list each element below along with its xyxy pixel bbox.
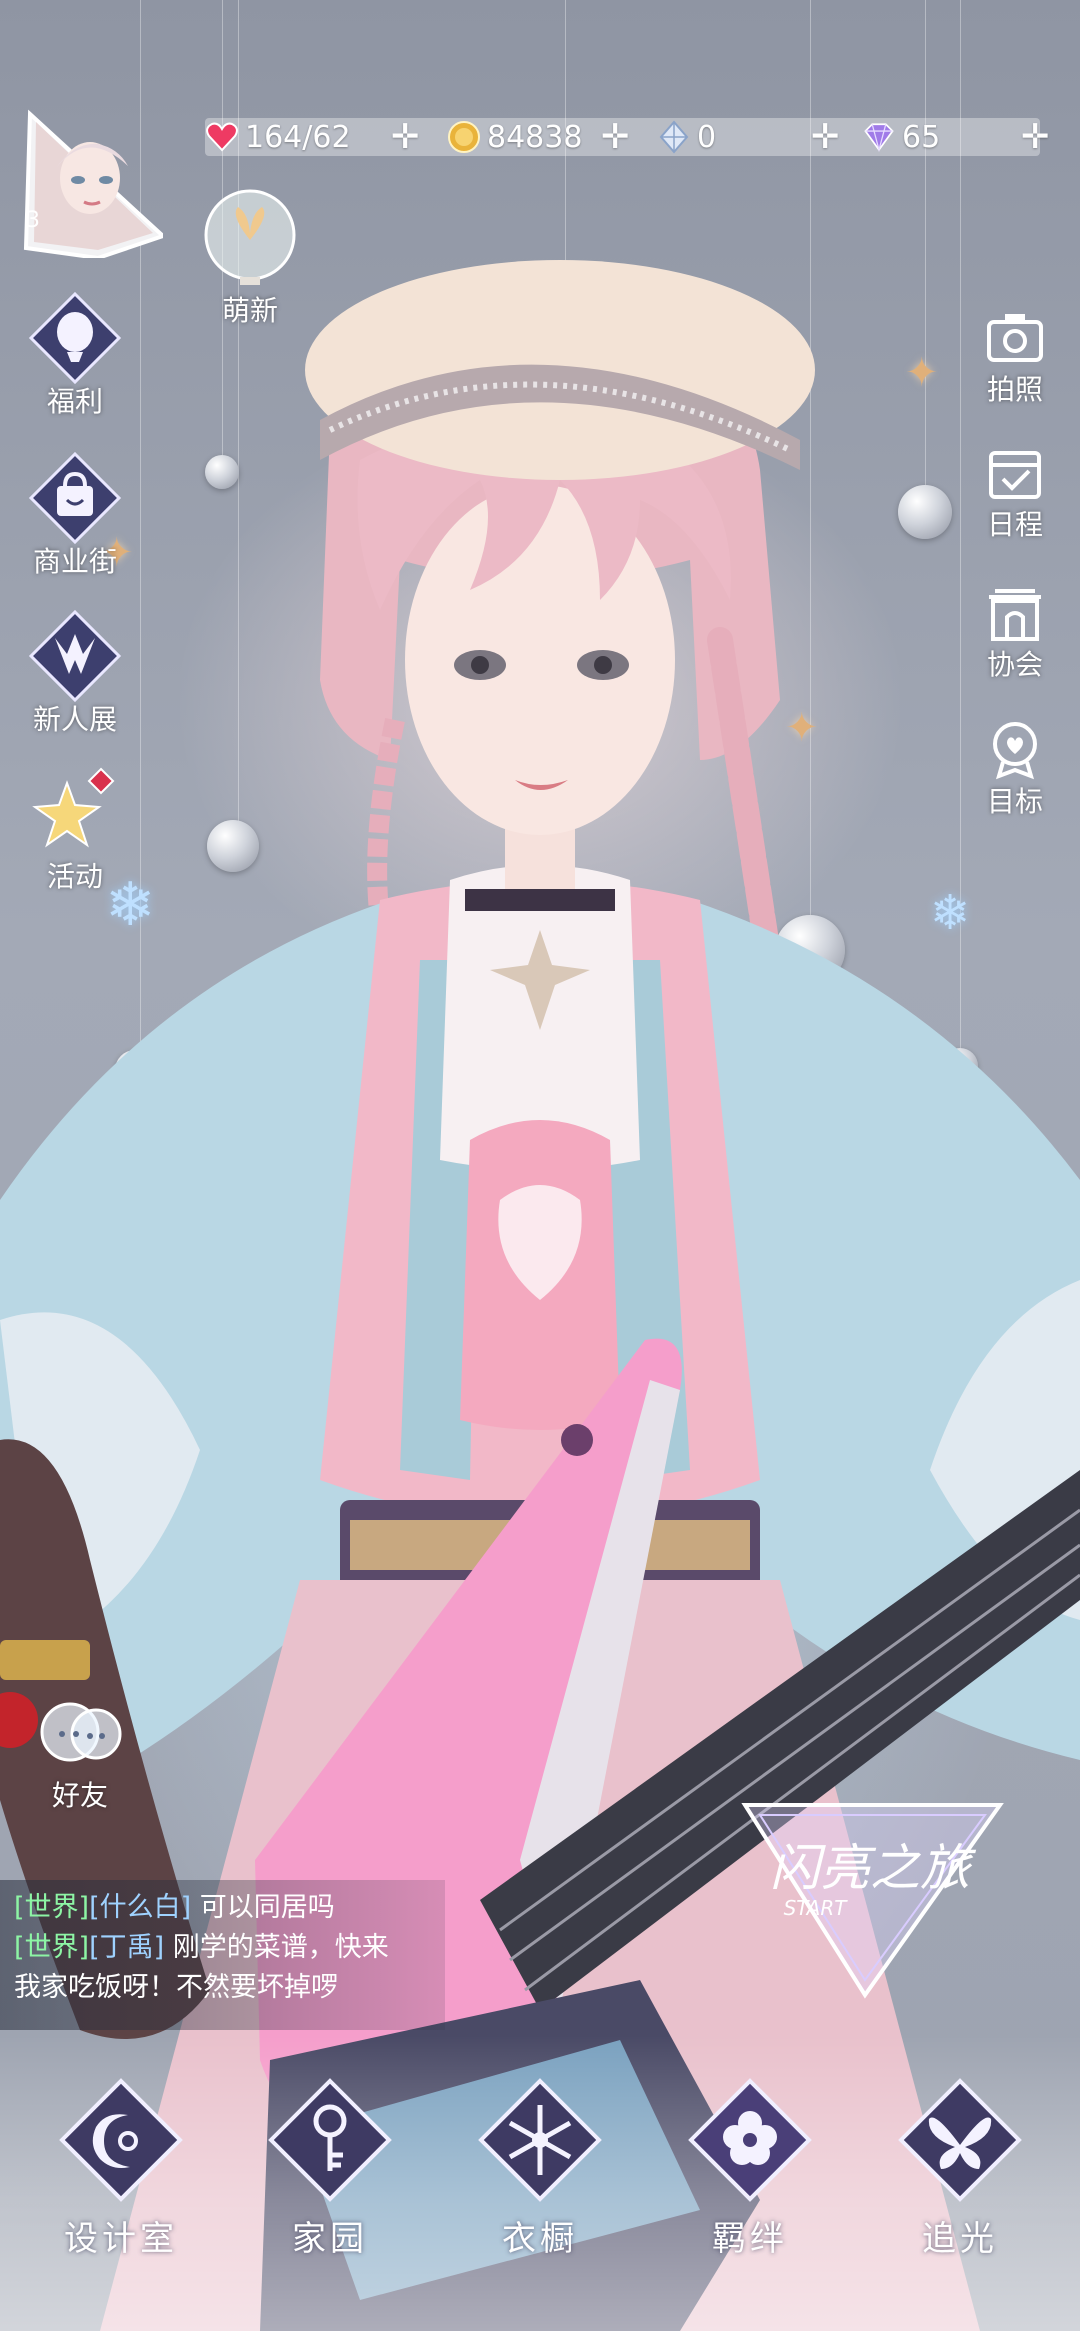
friends-button[interactable]: 好友	[30, 1690, 130, 1814]
nav-home-label: 家园	[292, 2219, 368, 2259]
nav-wardrobe-label: 衣橱	[502, 2219, 578, 2259]
menu-goals-label: 目标	[986, 785, 1043, 818]
nav-design-studio[interactable]: 设计室	[46, 2075, 196, 2260]
flower-icon	[685, 2075, 815, 2205]
menu-shopping-street[interactable]: 商业街	[20, 450, 130, 580]
event-logo-title: 闪亮之旅	[770, 1839, 977, 1897]
gold-counter: 84838	[447, 118, 582, 156]
diamond-counter: 65	[862, 118, 940, 156]
chat-message: [世界][丁禹] 刚学的菜谱，快来	[14, 1932, 389, 1963]
menu-schedule-label: 日程	[986, 508, 1043, 541]
stamina-value: 164/62	[245, 119, 351, 155]
moon-icon	[56, 2075, 186, 2205]
nav-bonds-label: 羁绊	[712, 2219, 788, 2259]
camera-icon	[985, 308, 1045, 368]
add-stamina-button[interactable]: ✛	[388, 120, 422, 154]
crown-v-icon	[27, 608, 123, 704]
chat-message: [世界][什么白] 可以同居吗	[14, 1892, 335, 1923]
nav-chase-light-label: 追光	[922, 2219, 998, 2259]
crystal-value: 0	[697, 119, 717, 155]
crystal-counter: 0	[657, 118, 716, 156]
crystal-icon	[657, 120, 691, 154]
add-crystal-button[interactable]: ✛	[808, 120, 842, 154]
snowflake-icon	[475, 2075, 605, 2205]
menu-newcomer-show[interactable]: 新人展	[20, 608, 130, 738]
player-level: 3	[26, 208, 40, 233]
add-gold-button[interactable]: ✛	[598, 120, 632, 154]
chat-message: 我家吃饭呀！不然要坏掉啰	[14, 1972, 338, 2003]
player-avatar[interactable]	[18, 108, 167, 261]
butterfly-icon	[895, 2075, 1025, 2205]
nav-bonds[interactable]: 羁绊	[675, 2075, 825, 2260]
balloon-icon	[27, 290, 123, 386]
butterfly-bubble-icon	[204, 189, 296, 287]
menu-welfare[interactable]: 福利	[20, 290, 130, 420]
event-logo-sub: START	[784, 1896, 849, 1920]
menu-photo-label: 拍照	[986, 373, 1043, 406]
menu-association[interactable]: 协会	[970, 583, 1060, 683]
menu-goals[interactable]: 目标	[970, 720, 1060, 820]
diamond-icon	[862, 120, 896, 154]
menu-schedule[interactable]: 日程	[970, 443, 1060, 543]
friends-icon	[40, 1702, 122, 1762]
gold-value: 84838	[487, 119, 583, 155]
diamond-value: 65	[902, 119, 941, 155]
nav-design-studio-label: 设计室	[64, 2219, 178, 2259]
gold-coin-icon	[447, 120, 481, 154]
stars-icon	[27, 765, 123, 861]
nav-wardrobe[interactable]: 衣橱	[465, 2075, 615, 2260]
menu-association-label: 协会	[986, 648, 1043, 681]
friends-label: 好友	[51, 1779, 108, 1812]
world-chat-panel[interactable]: [世界][什么白] 可以同居吗 [世界][丁禹] 刚学的菜谱，快来 我家吃饭呀！…	[0, 1880, 445, 2030]
key-icon	[265, 2075, 395, 2205]
heart-icon	[205, 120, 239, 154]
nav-chase-light[interactable]: 追光	[885, 2075, 1035, 2260]
new-player-button[interactable]: 萌新	[200, 185, 300, 329]
menu-events[interactable]: 活动	[20, 765, 130, 895]
event-logo-button[interactable]: 闪亮之旅 START	[735, 1785, 1015, 2000]
nav-home[interactable]: 家园	[255, 2075, 405, 2260]
shopping-bag-icon	[27, 450, 123, 546]
calendar-icon	[985, 443, 1045, 503]
stamina-counter: 164/62	[205, 118, 351, 156]
menu-photo[interactable]: 拍照	[970, 308, 1060, 408]
add-diamond-button[interactable]: ✛	[1018, 120, 1052, 154]
new-player-label: 萌新	[221, 294, 278, 327]
building-icon	[985, 583, 1045, 643]
target-badge-icon	[985, 720, 1045, 780]
